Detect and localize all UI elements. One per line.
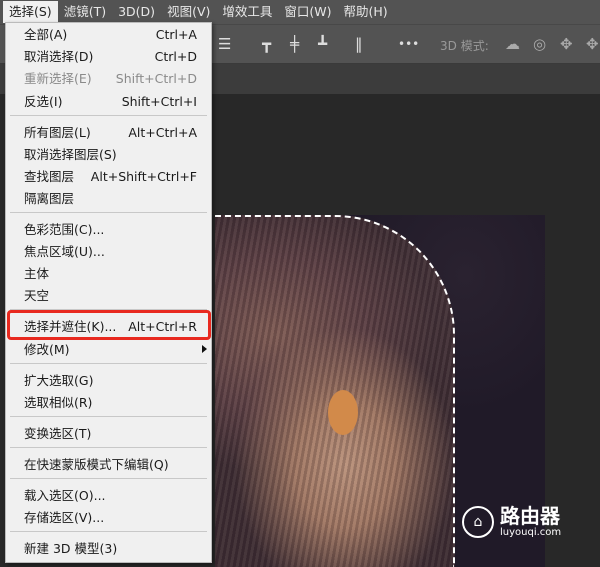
menu-separator (10, 115, 207, 116)
menu-item-label: 天空 (24, 288, 50, 303)
menu-filter[interactable]: 滤镜(T) (58, 1, 112, 23)
menu-plugins[interactable]: 增效工具 (216, 1, 278, 23)
menu-item[interactable]: 焦点区域(U)... (6, 241, 211, 263)
menu-item-label: 取消选择(D) (24, 49, 94, 64)
menu-item[interactable]: 主体 (6, 263, 211, 285)
3d-orbit-icon[interactable]: ☁ (505, 35, 520, 53)
menu-item[interactable]: 修改(M) (6, 339, 211, 361)
select-menu-dropdown: 全部(A) Ctrl+A 取消选择(D) Ctrl+D 重新选择(E) Shift+Ctr… (5, 22, 212, 563)
menu-bar: 选择(S) 滤镜(T) 3D(D) 视图(V) 增效工具 窗口(W) 帮助(H) (0, 0, 600, 24)
watermark-title: 路由器 (500, 504, 560, 528)
menu-separator (10, 416, 207, 417)
menu-item[interactable]: 扩大选取(G) (6, 370, 211, 392)
menu-item[interactable]: 新建 3D 模型(3) (6, 538, 211, 560)
menu-item-label: 反选(I) (24, 94, 63, 109)
menu-separator (10, 363, 207, 364)
menu-item[interactable]: 载入选区(O)... (6, 485, 211, 507)
menu-item-label: 修改(M) (24, 342, 70, 357)
menu-item[interactable]: 取消选择(D) Ctrl+D (6, 46, 211, 68)
align-bottom-icon[interactable]: ┻ (318, 35, 327, 53)
align-top-icon[interactable]: ┳ (262, 35, 271, 53)
menu-item[interactable]: 选取相似(R) (6, 392, 211, 414)
menu-item-shortcut: Shift+Ctrl+I (121, 94, 197, 109)
menu-item-label: 存储选区(V)... (24, 510, 105, 525)
distribute-icon[interactable]: ‖ (355, 35, 363, 53)
menu-item-label: 载入选区(O)... (24, 488, 106, 503)
menu-item-shortcut: Ctrl+D (154, 49, 197, 64)
3d-rotate-icon[interactable]: ◎ (533, 35, 546, 53)
menu-item-label: 焦点区域(U)... (24, 244, 105, 259)
3d-slide-icon[interactable]: ✥ (586, 35, 599, 53)
menu-item-label: 选取相似(R) (24, 395, 93, 410)
menu-select[interactable]: 选择(S) (3, 1, 58, 23)
menu-separator (10, 531, 207, 532)
menu-item-label: 变换选区(T) (24, 426, 92, 441)
3d-pan-icon[interactable]: ✥ (560, 35, 573, 53)
menu-item[interactable]: 天空 (6, 285, 211, 307)
menu-item[interactable]: 色彩范围(C)... (6, 219, 211, 241)
menu-item[interactable]: 存储选区(V)... (6, 507, 211, 529)
menu-separator (10, 478, 207, 479)
menu-separator (10, 447, 207, 448)
menu-item[interactable]: 全部(A) Ctrl+A (6, 24, 211, 46)
menu-item[interactable]: 变换选区(T) (6, 423, 211, 445)
menu-separator (10, 212, 207, 213)
menu-item[interactable]: 查找图层 Alt+Shift+Ctrl+F (6, 166, 211, 188)
menu-item-label: 全部(A) (24, 27, 68, 42)
menu-item-label: 在快速蒙版模式下编辑(Q) (24, 457, 169, 472)
menu-item-label: 取消选择图层(S) (24, 147, 117, 162)
menu-item-label: 色彩范围(C)... (24, 222, 105, 237)
menu-item-shortcut: Ctrl+A (155, 27, 197, 42)
menu-item-label: 所有图层(L) (24, 125, 91, 140)
menu-item-label: 扩大选取(G) (24, 373, 94, 388)
align-vcenter-icon[interactable]: ╪ (290, 35, 299, 53)
menu-view[interactable]: 视图(V) (161, 1, 216, 23)
watermark-url: luyouqi.com (500, 527, 562, 538)
menu-item[interactable]: 在快速蒙版模式下编辑(Q) (6, 454, 211, 476)
router-logo-icon: ⌂ (462, 505, 494, 538)
menu-item[interactable]: 重新选择(E) Shift+Ctrl+D (6, 68, 211, 90)
menu-item-label: 重新选择(E) (24, 71, 92, 86)
menu-help[interactable]: 帮助(H) (338, 1, 394, 23)
watermark: ⌂ 路由器 luyouqi.com (462, 505, 561, 538)
menu-item-label: 主体 (24, 266, 50, 281)
highlight-box (7, 310, 211, 340)
menu-item-shortcut: Alt+Ctrl+A (128, 125, 197, 140)
submenu-arrow-icon (202, 345, 207, 353)
align-center-icon[interactable]: ☰ (218, 35, 231, 53)
menu-item[interactable]: 所有图层(L) Alt+Ctrl+A (6, 122, 211, 144)
menu-item-label: 查找图层 (24, 169, 75, 184)
menu-item[interactable]: 反选(I) Shift+Ctrl+I (6, 91, 211, 113)
menu-item-shortcut: Shift+Ctrl+D (115, 71, 197, 86)
photo-ear (328, 390, 358, 435)
3d-mode-label: 3D 模式: (440, 39, 489, 53)
menu-item[interactable]: 隔离图层 (6, 188, 211, 210)
menu-item-label: 隔离图层 (24, 191, 75, 206)
more-options-button[interactable]: ••• (398, 37, 419, 51)
menu-item-shortcut: Alt+Shift+Ctrl+F (90, 169, 197, 184)
menu-window[interactable]: 窗口(W) (278, 1, 337, 23)
menu-item-label: 新建 3D 模型(3) (24, 541, 118, 556)
menu-item[interactable]: 取消选择图层(S) (6, 144, 211, 166)
selection-marquee (215, 215, 455, 567)
menu-3d[interactable]: 3D(D) (112, 1, 161, 23)
